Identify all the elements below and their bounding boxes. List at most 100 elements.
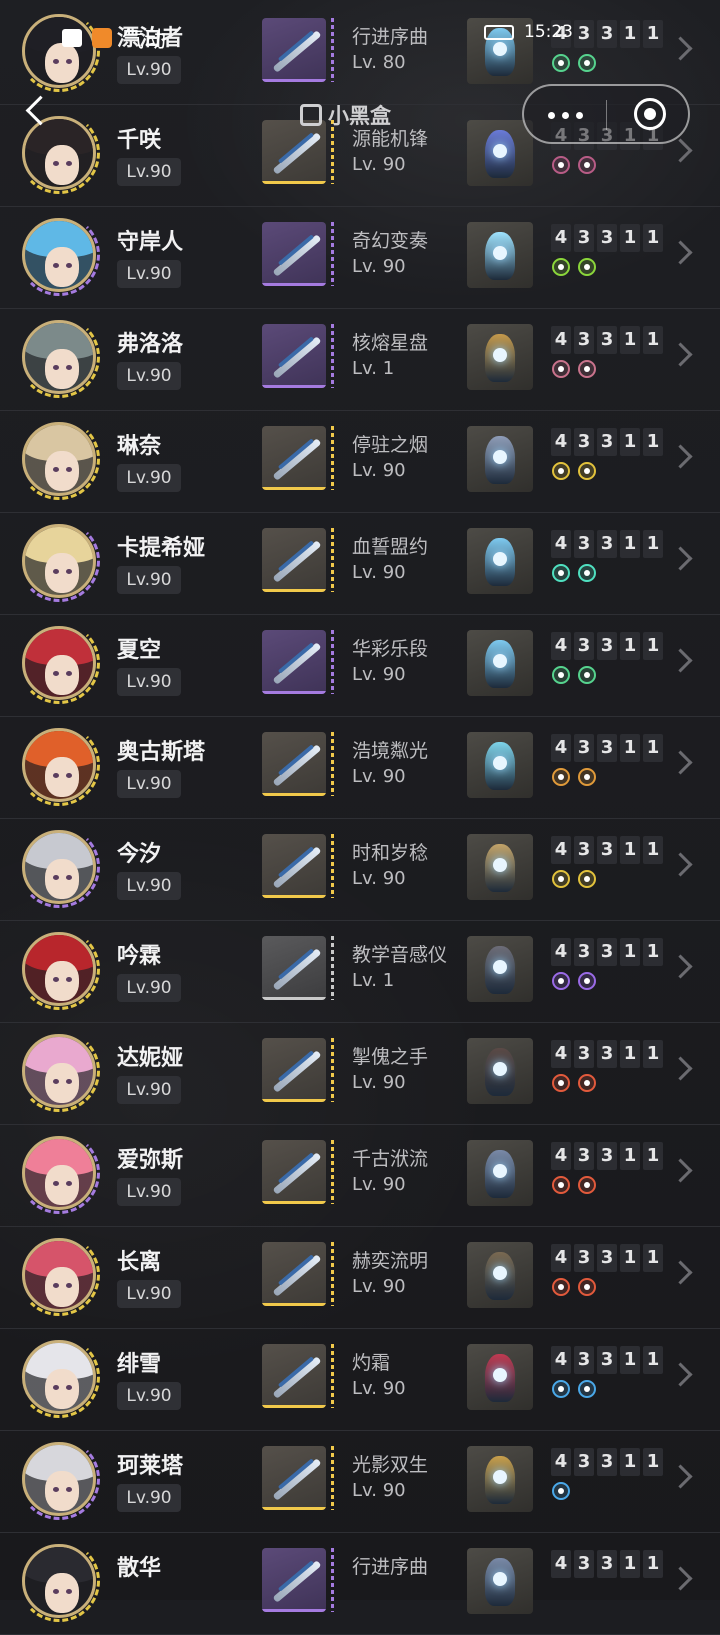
- echo-cost-digits: 43311: [551, 938, 663, 966]
- echo-cost-digit: 3: [574, 1550, 594, 1578]
- chevron-right-icon[interactable]: [668, 1464, 693, 1489]
- brand-logo-icon: [300, 104, 322, 126]
- character-level: Lv.90: [117, 1484, 181, 1512]
- chevron-right-icon[interactable]: [668, 1566, 693, 1591]
- echo-cost-digit: 3: [597, 530, 617, 558]
- brand-label: 小黑盒: [328, 104, 391, 128]
- miniprogram-capsule: [522, 84, 690, 144]
- echo-cost-digit: 3: [574, 1244, 594, 1272]
- chevron-right-icon[interactable]: [668, 1260, 693, 1285]
- echo-cost-digit: 3: [574, 938, 594, 966]
- echo-cost-digit: 3: [597, 836, 617, 864]
- weapon-rank-dots: [331, 1548, 334, 1612]
- chevron-right-icon[interactable]: [668, 342, 693, 367]
- chevron-right-icon[interactable]: [668, 1158, 693, 1183]
- weapon-level: Lv. 90: [352, 664, 406, 685]
- echo-sets: [552, 870, 596, 888]
- chevron-right-icon[interactable]: [668, 954, 693, 979]
- character-avatar: [22, 218, 96, 292]
- echo-cost-digit: 1: [643, 1448, 663, 1476]
- character-row[interactable]: 守岸人 Lv.90 奇幻变奏 Lv. 90 43311: [0, 204, 720, 309]
- weapon-level: Lv. 90: [352, 1276, 406, 1297]
- weapon-rank-dots: [331, 1446, 334, 1510]
- character-row[interactable]: 绯雪 Lv.90 灼霜 Lv. 90 43311: [0, 1326, 720, 1431]
- chevron-right-icon[interactable]: [668, 138, 693, 163]
- weapon-icon: [262, 834, 326, 898]
- weapon-rank-dots: [331, 630, 334, 694]
- weapon-icon: [262, 324, 326, 388]
- weapon-level: Lv. 1: [352, 358, 395, 379]
- echo-set-icon: [578, 972, 596, 990]
- echo-set-icon: [552, 1176, 570, 1194]
- echo-cost-digits: 43311: [551, 1142, 663, 1170]
- weapon-level: Lv. 90: [352, 460, 406, 481]
- weapon-icon: [262, 1242, 326, 1306]
- character-row[interactable]: 今汐 Lv.90 时和岁稔 Lv. 90 43311: [0, 816, 720, 921]
- chevron-right-icon[interactable]: [668, 36, 693, 61]
- weapon-rank-dots: [331, 936, 334, 1000]
- weapon-icon: [262, 630, 326, 694]
- chevron-right-icon[interactable]: [668, 1362, 693, 1387]
- character-row[interactable]: 长离 Lv.90 赫奕流明 Lv. 90 43311: [0, 1224, 720, 1329]
- chevron-right-icon[interactable]: [668, 444, 693, 469]
- echo-cost-digit: 1: [643, 224, 663, 252]
- more-options-icon[interactable]: [548, 112, 583, 119]
- echo-sets: [552, 258, 596, 276]
- echo-set-icon: [578, 54, 596, 72]
- echo-set-icon: [552, 156, 570, 174]
- character-row[interactable]: 奥古斯塔 Lv.90 浩境粼光 Lv. 90 43311: [0, 714, 720, 819]
- chevron-right-icon[interactable]: [668, 852, 693, 877]
- echo-set-icon: [578, 870, 596, 888]
- character-row[interactable]: 吟霖 Lv.90 教学音感仪 Lv. 1 43311: [0, 918, 720, 1023]
- character-row[interactable]: 散华 行进序曲 43311: [0, 1530, 720, 1635]
- weapon-rank-dots: [331, 1038, 334, 1102]
- weapon-icon: [262, 1038, 326, 1102]
- echo-cost-digit: 1: [620, 1346, 640, 1374]
- capsule-divider: [606, 100, 607, 130]
- echo-cost-digit: 3: [574, 224, 594, 252]
- echo-cost-digit: 4: [551, 1346, 571, 1374]
- chevron-right-icon[interactable]: [668, 648, 693, 673]
- weapon-name: 核熔星盘: [352, 332, 429, 354]
- character-avatar: [22, 14, 96, 88]
- chevron-right-icon[interactable]: [668, 1056, 693, 1081]
- character-row[interactable]: 卡提希娅 Lv.90 血誓盟约 Lv. 90 43311: [0, 510, 720, 615]
- echo-cost-digit: 4: [551, 20, 571, 48]
- echo-cost-digit: 1: [643, 938, 663, 966]
- character-level: Lv.90: [117, 566, 181, 594]
- character-name: 吟霖: [117, 944, 162, 969]
- echo-icon: [467, 528, 533, 594]
- echo-cost-digit: 4: [551, 1550, 571, 1578]
- character-level: Lv.90: [117, 1178, 181, 1206]
- echo-cost-digit: 3: [597, 1346, 617, 1374]
- chevron-right-icon[interactable]: [668, 546, 693, 571]
- echo-cost-digit: 3: [597, 734, 617, 762]
- echo-cost-digit: 3: [574, 1448, 594, 1476]
- echo-cost-digit: 1: [620, 1142, 640, 1170]
- chevron-right-icon[interactable]: [668, 240, 693, 265]
- weapon-icon: [262, 1344, 326, 1408]
- echo-set-icon: [552, 666, 570, 684]
- character-row[interactable]: 弗洛洛 Lv.90 核熔星盘 Lv. 1 43311: [0, 306, 720, 411]
- echo-set-icon: [552, 972, 570, 990]
- close-target-icon[interactable]: [634, 98, 666, 130]
- character-row[interactable]: 夏空 Lv.90 华彩乐段 Lv. 90 43311: [0, 612, 720, 717]
- echo-set-icon: [578, 360, 596, 378]
- character-level: Lv.90: [117, 56, 181, 84]
- echo-cost-digit: 1: [620, 530, 640, 558]
- character-row[interactable]: 珂莱塔 Lv.90 光影双生 Lv. 90 43311: [0, 1428, 720, 1533]
- weapon-rank-dots: [331, 1242, 334, 1306]
- echo-cost-digit: 3: [597, 224, 617, 252]
- character-row[interactable]: 达妮娅 Lv.90 掣傀之手 Lv. 90 43311: [0, 1020, 720, 1125]
- echo-cost-digit: 3: [574, 326, 594, 354]
- character-avatar: [22, 116, 96, 190]
- echo-set-icon: [578, 1380, 596, 1398]
- weapon-rank-dots: [331, 528, 334, 592]
- character-row[interactable]: 爱弥斯 Lv.90 千古洑流 Lv. 90 43311: [0, 1122, 720, 1227]
- chevron-right-icon[interactable]: [668, 750, 693, 775]
- character-row[interactable]: 琳奈 Lv.90 停驻之烟 Lv. 90 43311: [0, 408, 720, 513]
- echo-cost-digit: 4: [551, 428, 571, 456]
- weapon-rank-dots: [331, 732, 334, 796]
- character-name: 琳奈: [117, 434, 162, 459]
- echo-cost-digit: 1: [643, 530, 663, 558]
